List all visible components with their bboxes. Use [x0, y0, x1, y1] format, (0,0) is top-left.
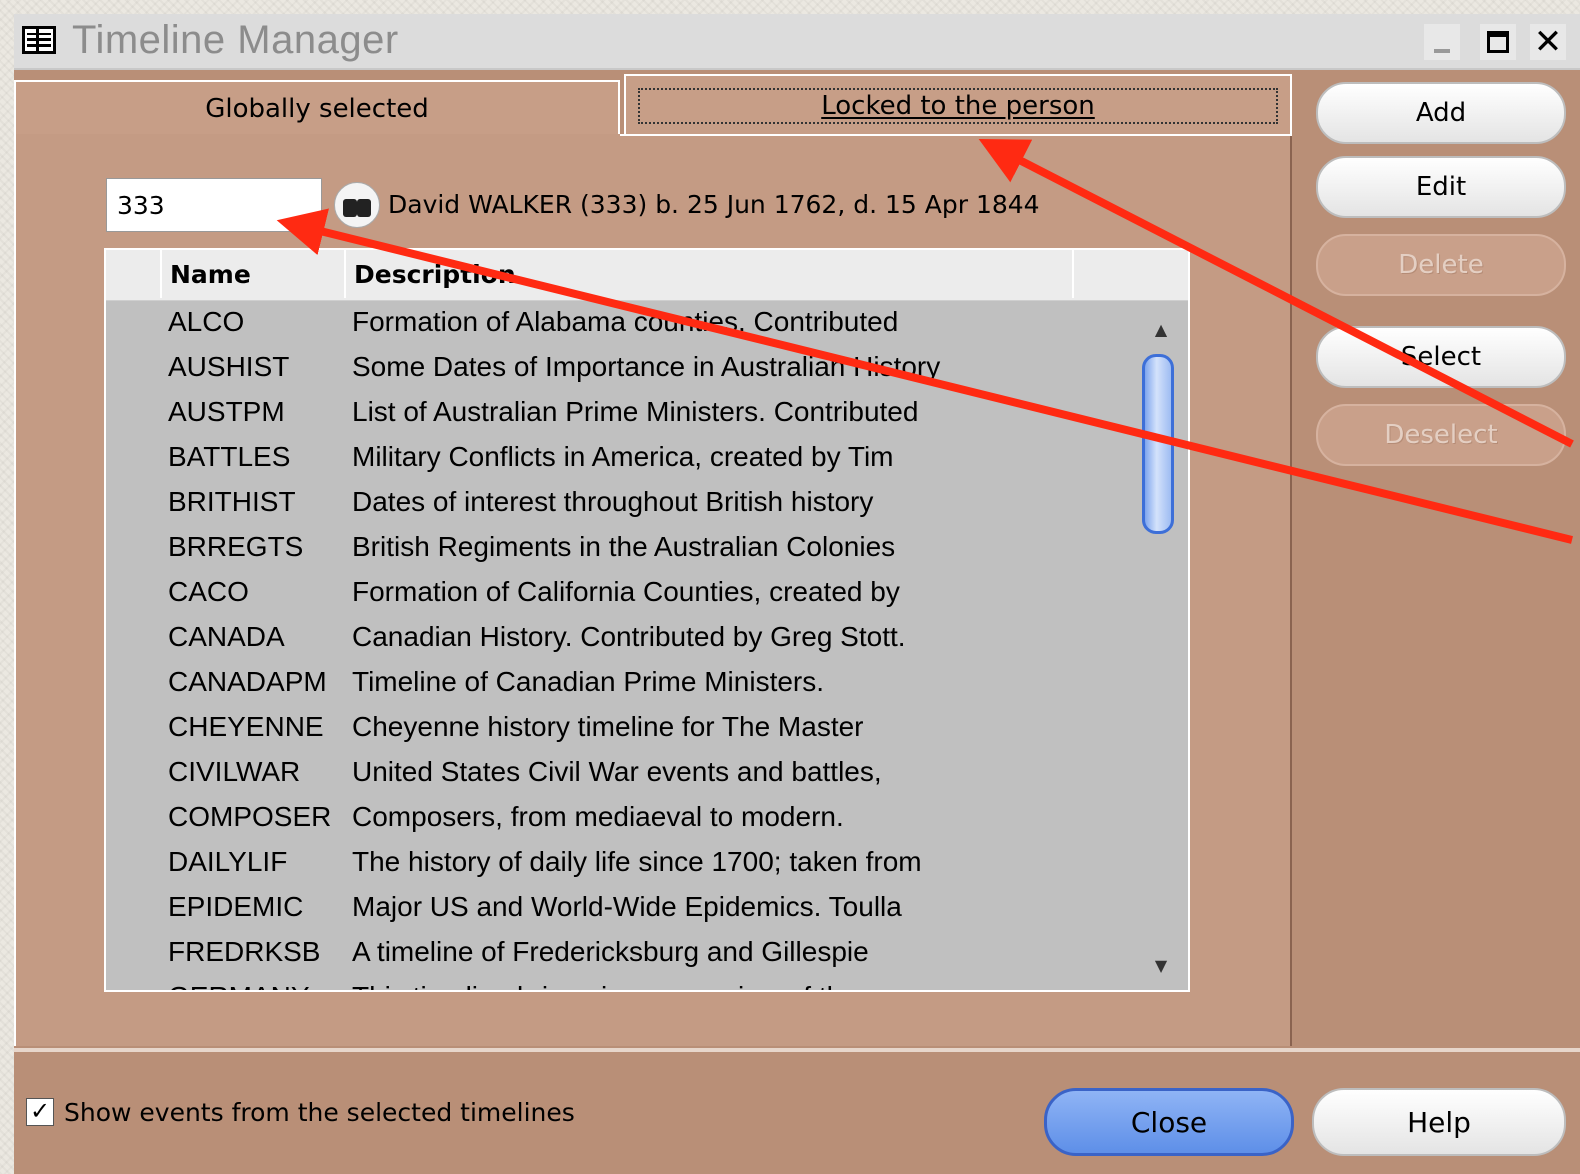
show-events-label[interactable]: Show events from the selected timelines	[64, 1098, 575, 1127]
row-description: Cheyenne history timeline for The Master	[352, 711, 864, 742]
scrollbar-thumb[interactable]	[1142, 354, 1174, 534]
row-description: The history of daily life since 1700; ta…	[352, 846, 922, 877]
row-name: COMPOSER	[168, 801, 332, 832]
row-name: GERMANY	[168, 981, 310, 990]
tab-locked-to-person[interactable]: Locked to the person	[624, 74, 1292, 136]
row-name: DAILYLIF	[168, 846, 288, 877]
tab-panel-edge	[620, 134, 1292, 136]
table-row[interactable]: AUSTPM List of Australian Prime Ministers…	[106, 390, 1136, 435]
row-description: Formation of California Counties, create…	[352, 576, 900, 607]
edit-button[interactable]: Edit	[1316, 156, 1566, 218]
row-name: AUSTPM	[168, 396, 285, 427]
row-name: EPIDEMIC	[168, 891, 304, 922]
binoculars-icon[interactable]	[334, 182, 380, 228]
window-title: Timeline Manager	[72, 18, 399, 62]
tab-locked-to-person-label: Locked to the person	[638, 88, 1278, 124]
minimize-icon	[1434, 49, 1450, 53]
row-description: Major US and World-Wide Epidemics. Toull…	[352, 891, 902, 922]
row-description: This timeline brings in an overview of t…	[352, 981, 858, 990]
table-row[interactable]: DAILYLIF The history of daily life since …	[106, 840, 1136, 885]
table-row[interactable]: AUSHIST Some Dates of Importance in Austr…	[106, 345, 1136, 390]
row-description: Dates of interest throughout British his…	[352, 486, 874, 517]
row-description: Timeline of Canadian Prime Ministers.	[352, 666, 825, 697]
scroll-down-arrow-icon[interactable]: ▼	[1146, 950, 1176, 980]
table-row[interactable]: CIVILWAR United States Civil War events a…	[106, 750, 1136, 795]
tab-globally-selected[interactable]: Globally selected	[14, 80, 620, 136]
close-icon: ✕	[1533, 22, 1563, 62]
table-row[interactable]: BATTLES Military Conflicts in America, cr…	[106, 435, 1136, 480]
row-name: AUSHIST	[168, 351, 290, 382]
header-blank-cell	[106, 250, 162, 298]
row-name: CIVILWAR	[168, 756, 301, 787]
minimize-button[interactable]	[1424, 24, 1460, 60]
row-name: FREDRKSB	[168, 936, 321, 967]
row-description: A timeline of Fredericksburg and Gillesp…	[352, 936, 869, 967]
timeline-manager-icon	[22, 26, 56, 54]
row-name: CHEYENNE	[168, 711, 324, 742]
person-id-input[interactable]	[106, 178, 322, 232]
row-description: List of Australian Prime Ministers. Cont…	[352, 396, 919, 427]
table-row[interactable]: FREDRKSB A timeline of Fredericksburg and…	[106, 930, 1136, 975]
row-name: BRITHIST	[168, 486, 296, 517]
list-rows: ALCO Formation of Alabama counties. Contr…	[106, 300, 1136, 990]
row-description: United States Civil War events and battl…	[352, 756, 882, 787]
row-name: CACO	[168, 576, 249, 607]
table-row[interactable]: CHEYENNE Cheyenne history timeline for Th…	[106, 705, 1136, 750]
table-row[interactable]: BRREGTS British Regiments in the Australi…	[106, 525, 1136, 570]
title-bar[interactable]: Timeline Manager ✕	[14, 14, 1580, 70]
row-name: CANADAPM	[168, 666, 327, 697]
table-row[interactable]: EPIDEMIC Major US and World-Wide Epidemic…	[106, 885, 1136, 930]
maximize-icon	[1487, 31, 1509, 53]
table-row[interactable]: BRITHIST Dates of interest throughout Bri…	[106, 480, 1136, 525]
timeline-list[interactable]: Name Description ALCO Formation of Alabam…	[104, 248, 1190, 992]
row-description: Canadian History. Contributed by Greg St…	[352, 621, 906, 652]
row-name: BRREGTS	[168, 531, 304, 562]
row-description: Formation of Alabama counties. Contribut…	[352, 306, 899, 337]
deselect-button[interactable]: Deselect	[1316, 404, 1566, 466]
row-name: BATTLES	[168, 441, 291, 472]
help-button[interactable]: Help	[1312, 1088, 1566, 1156]
row-description: British Regiments in the Australian Colo…	[352, 531, 896, 562]
close-window-button[interactable]: ✕	[1530, 22, 1566, 62]
add-button[interactable]: Add	[1316, 82, 1566, 144]
list-header: Name Description	[106, 250, 1188, 301]
show-events-checkbox[interactable]: ✓	[26, 1098, 54, 1126]
timeline-manager-window: Timeline Manager ✕ Globally selected Loc…	[14, 14, 1580, 1174]
row-name: ALCO	[168, 306, 245, 337]
close-button[interactable]: Close	[1044, 1088, 1294, 1156]
table-row[interactable]: COMPOSER Composers, from mediaeval to mod…	[106, 795, 1136, 840]
select-button[interactable]: Select	[1316, 326, 1566, 388]
maximize-button[interactable]	[1480, 24, 1516, 60]
table-row[interactable]: CANADAPM Timeline of Canadian Prime Minis…	[106, 660, 1136, 705]
person-description: David WALKER (333) b. 25 Jun 1762, d. 15…	[388, 190, 1040, 219]
row-name: CANADA	[168, 621, 285, 652]
table-row[interactable]: CANADA Canadian History. Contributed by G…	[106, 615, 1136, 660]
header-name[interactable]: Name	[162, 250, 346, 298]
delete-button[interactable]: Delete	[1316, 234, 1566, 296]
header-description[interactable]: Description	[346, 250, 1074, 298]
row-description: Some Dates of Importance in Australian H…	[352, 351, 941, 382]
table-row[interactable]: GERMANY This timeline brings in an overvi…	[106, 975, 1136, 990]
table-row[interactable]: CACO Formation of California Counties, cr…	[106, 570, 1136, 615]
table-row[interactable]: ALCO Formation of Alabama counties. Contr…	[106, 300, 1136, 345]
row-description: Military Conflicts in America, created b…	[352, 441, 894, 472]
row-description: Composers, from mediaeval to modern.	[352, 801, 844, 832]
scroll-up-arrow-icon[interactable]: ▲	[1146, 314, 1176, 344]
